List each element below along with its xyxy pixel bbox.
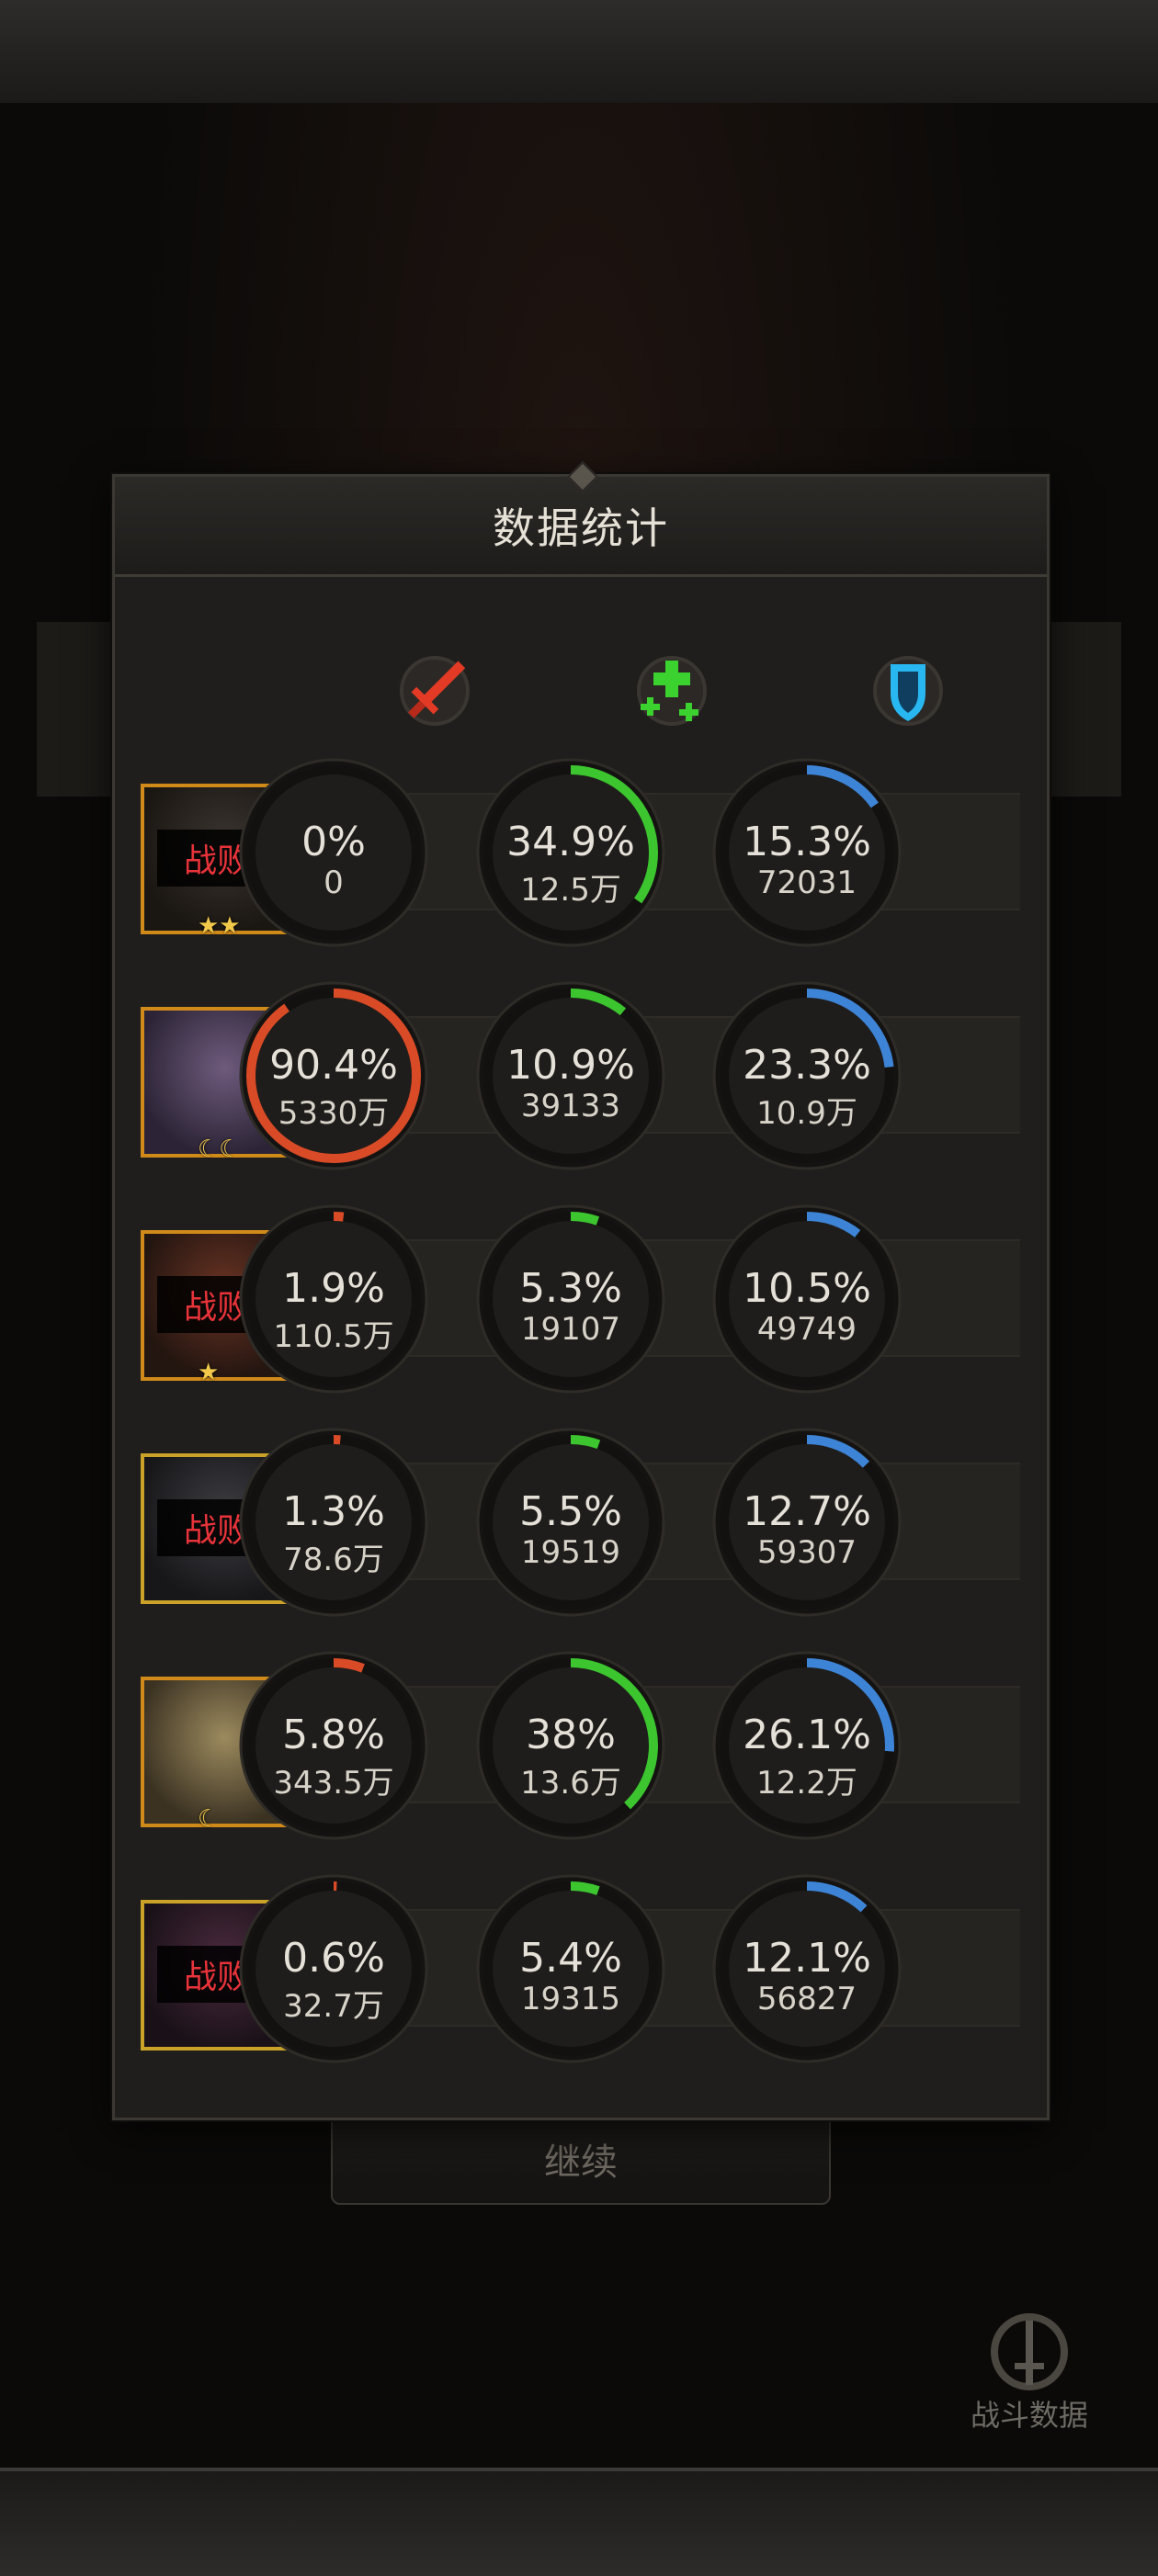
hero-row: 战败 1.3% 78.6万 5.5% 19519 12.7% 59307 [115, 1424, 1047, 1626]
rank-badge-icon: ☾ [198, 1805, 220, 1833]
shield-percent: 12.7% [743, 1488, 871, 1535]
shield-percent: 26.1% [743, 1712, 871, 1758]
shield-amount: 72031 [756, 864, 857, 901]
shield-amount: 12.2万 [756, 1765, 857, 1802]
hero-row: 战败 ★ 1.9% 110.5万 5.3% 19107 10.5% 49749 [115, 1201, 1047, 1403]
heal-percent: 5.5% [519, 1488, 622, 1535]
damage-amount: 110.5万 [273, 1318, 394, 1355]
hero-row: ☾☾ 90.4% 5330万 10.9% 39133 23.3% 10.9万 [115, 977, 1047, 1180]
damage-amount: 78.6万 [283, 1542, 384, 1578]
heal-gauge: 5.5% 19519 [474, 1426, 667, 1619]
hero-row: 战败 ★★ 0% 0 34.9% 12.5万 15.3% 72031 [115, 754, 1047, 956]
battle-data-button[interactable]: 战斗数据 [956, 2306, 1103, 2435]
shield-percent: 23.3% [743, 1042, 871, 1089]
top-frame-bar [0, 0, 1158, 107]
shield-amount: 10.9万 [756, 1095, 857, 1132]
shield-percent: 10.5% [743, 1265, 871, 1312]
heal-amount: 12.5万 [520, 872, 621, 909]
heal-amount: 13.6万 [520, 1765, 621, 1802]
sword-icon [400, 656, 470, 726]
hero-row: 战败 0.6% 32.7万 5.4% 19315 12.1% 56827 [115, 1870, 1047, 2073]
hero-row: ☾ 5.8% 343.5万 38% 13.6万 26.1% 12.2万 [115, 1647, 1047, 1849]
damage-amount: 32.7万 [283, 1988, 384, 2025]
heal-gauge: 5.4% 19315 [474, 1872, 667, 2065]
shield-amount: 56827 [756, 1981, 857, 2017]
shield-amount: 59307 [756, 1534, 857, 1571]
heal-percent: 5.4% [519, 1935, 622, 1982]
shield-gauge: 26.1% 12.2万 [710, 1649, 903, 1842]
shield-gauge: 10.5% 49749 [710, 1203, 903, 1395]
continue-button-label: 继续 [544, 2141, 618, 2184]
panel-title: 数据统计 [493, 503, 669, 553]
damage-percent: 1.9% [282, 1265, 385, 1312]
damage-gauge: 0.6% 32.7万 [237, 1872, 430, 2065]
shield-amount: 49749 [756, 1311, 857, 1348]
healing-crosses-icon [637, 656, 707, 726]
rank-badge-icon: ★★ [198, 912, 241, 940]
shield-gauge: 12.1% 56827 [710, 1872, 903, 2065]
panel-header: 数据统计 [115, 461, 1047, 577]
rank-badge-icon: ☾☾ [198, 1135, 241, 1163]
heal-amount: 19519 [520, 1534, 621, 1571]
heal-percent: 5.3% [519, 1265, 622, 1312]
battle-data-label: 战斗数据 [970, 2398, 1088, 2433]
shield-percent: 12.1% [743, 1935, 871, 1982]
damage-gauge: 1.3% 78.6万 [237, 1426, 430, 1619]
heal-gauge: 10.9% 39133 [474, 979, 667, 1172]
shield-gauge: 15.3% 72031 [710, 756, 903, 949]
heal-percent: 10.9% [506, 1042, 635, 1089]
bottom-frame-bar [0, 2468, 1158, 2576]
sword-ring-icon [991, 2313, 1068, 2390]
damage-gauge: 5.8% 343.5万 [237, 1649, 430, 1842]
damage-gauge: 0% 0 [237, 756, 430, 949]
data-statistics-panel: 数据统计 战败 ★★ 0% 0 34.9% 12.5万 15.3% 72031 ☾☾ 90.4% 5… [112, 461, 1050, 2120]
damage-amount: 0 [324, 864, 344, 901]
shield-percent: 15.3% [743, 819, 871, 865]
shield-icon [873, 656, 943, 726]
shield-gauge: 23.3% 10.9万 [710, 979, 903, 1172]
heal-gauge: 34.9% 12.5万 [474, 756, 667, 949]
heal-amount: 19107 [520, 1311, 621, 1348]
heal-gauge: 5.3% 19107 [474, 1203, 667, 1395]
damage-amount: 5330万 [278, 1095, 390, 1132]
heal-gauge: 38% 13.6万 [474, 1649, 667, 1842]
damage-percent: 90.4% [269, 1042, 398, 1089]
damage-percent: 0% [301, 819, 366, 865]
damage-percent: 5.8% [282, 1712, 385, 1758]
heal-percent: 34.9% [506, 819, 635, 865]
heal-amount: 19315 [520, 1981, 621, 2017]
heal-percent: 38% [526, 1712, 616, 1758]
damage-gauge: 1.9% 110.5万 [237, 1203, 430, 1395]
heal-amount: 39133 [520, 1088, 621, 1124]
continue-button[interactable]: 继续 [331, 2113, 831, 2205]
damage-percent: 0.6% [282, 1935, 385, 1982]
damage-amount: 343.5万 [273, 1765, 394, 1802]
shield-gauge: 12.7% 59307 [710, 1426, 903, 1619]
rank-badge-icon: ★ [198, 1359, 220, 1386]
damage-gauge: 90.4% 5330万 [237, 979, 430, 1172]
damage-percent: 1.3% [282, 1488, 385, 1535]
